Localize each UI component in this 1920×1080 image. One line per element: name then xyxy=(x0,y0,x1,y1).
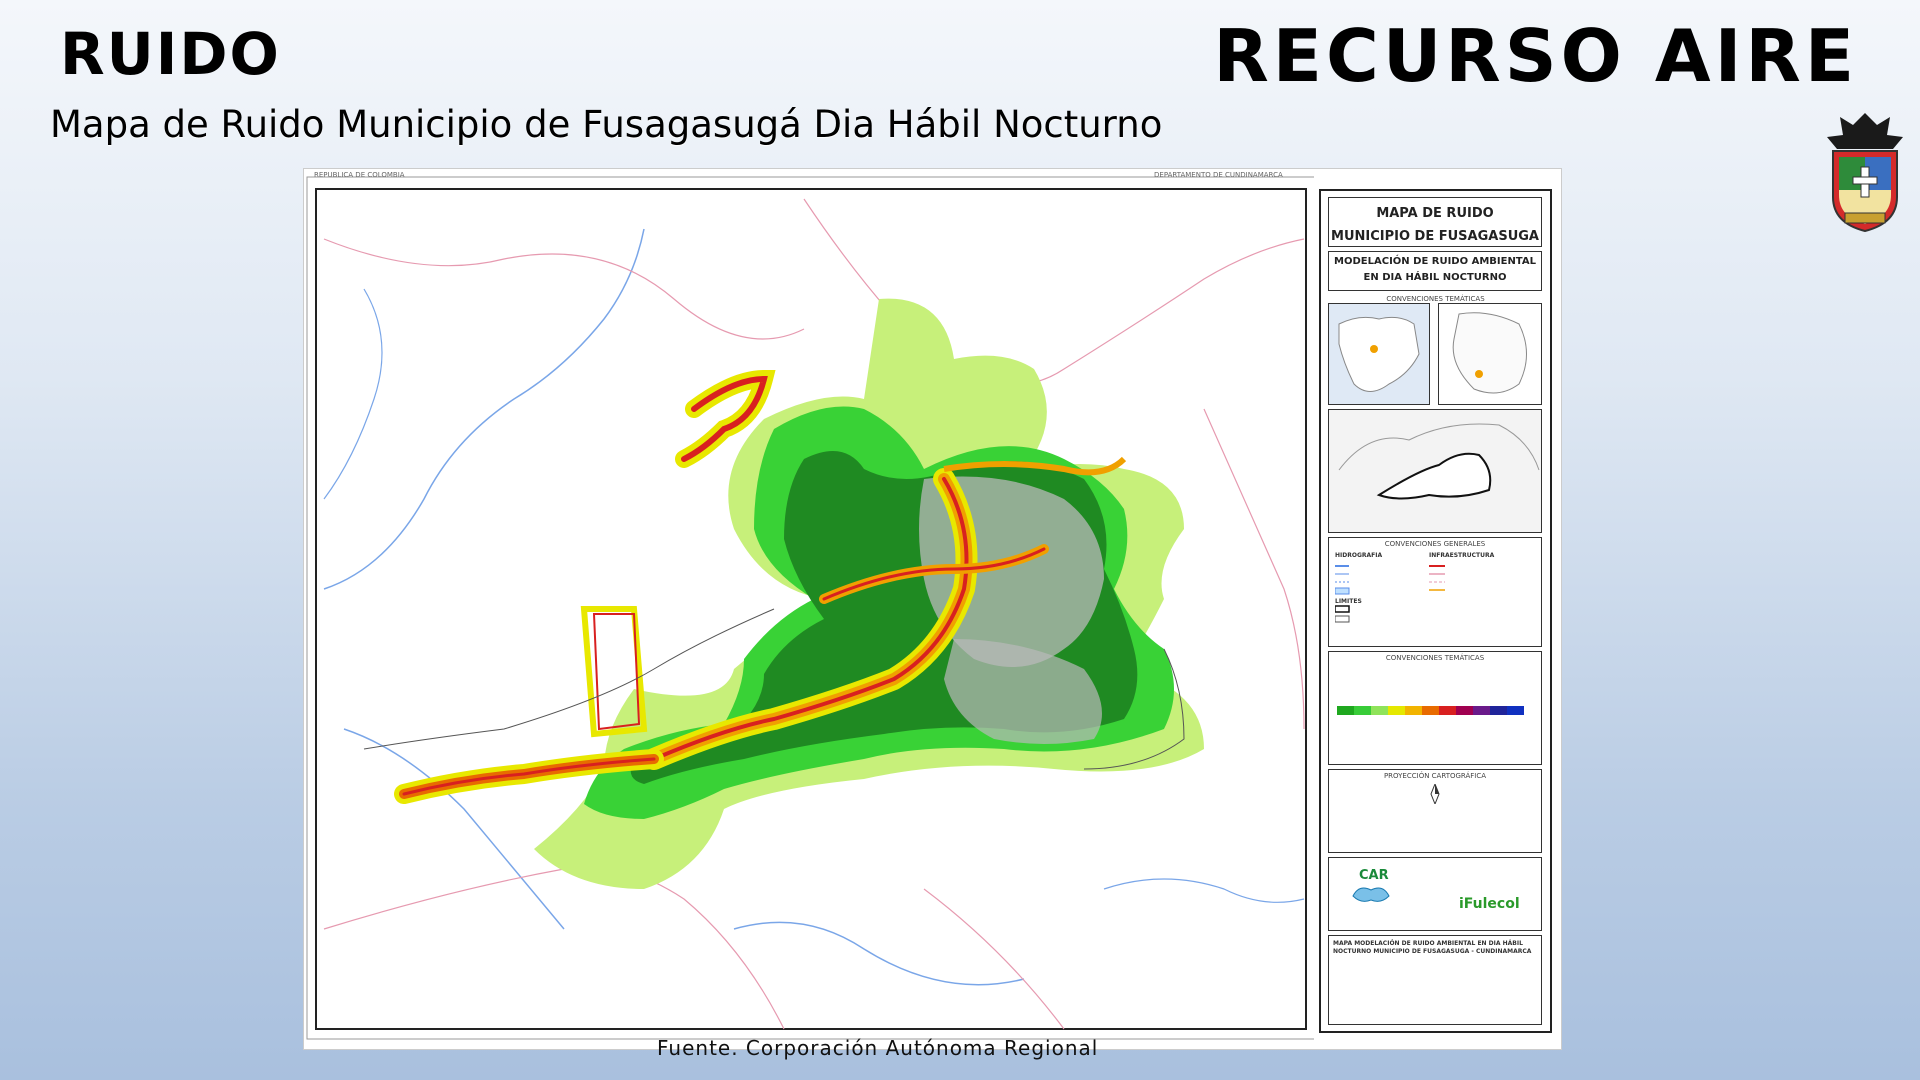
car-logo: CAR xyxy=(1359,868,1389,883)
map-legend: MAPA DE RUIDO MUNICIPIO DE FUSAGASUGA MO… xyxy=(1319,189,1552,1033)
legend-subtitle-box: MODELACIÓN DE RUIDO AMBIENTAL EN DIA HÁB… xyxy=(1328,251,1542,291)
north-arrow-icon xyxy=(1430,784,1440,804)
projection-header: PROYECCIÓN CARTOGRÁFICA xyxy=(1383,772,1487,780)
noise-scale-swatch-10 xyxy=(1507,706,1524,715)
legend-footer-text: MAPA MODELACIÓN DE RUIDO AMBIENTAL EN DI… xyxy=(1333,940,1532,955)
legend-title-box: MAPA DE RUIDO MUNICIPIO DE FUSAGASUGA xyxy=(1328,197,1542,247)
noise-scale-swatch-2 xyxy=(1371,706,1388,715)
legend-subtitle-line1: MODELACIÓN DE RUIDO AMBIENTAL xyxy=(1334,256,1536,267)
fulecol-logo: iFulecol xyxy=(1459,896,1520,912)
noise-scale-swatch-6 xyxy=(1439,706,1456,715)
general-conventions-header: CONVENCIONES GENERALES xyxy=(1384,540,1486,548)
noise-scale-box: CONVENCIONES TEMÁTICAS xyxy=(1328,651,1542,765)
municipality-outline-icon xyxy=(1338,423,1540,500)
map-corner-label-left: REPUBLICA DE COLOMBIA xyxy=(314,171,405,179)
noise-scale-swatch-9 xyxy=(1490,706,1507,715)
colombia-locator-icon xyxy=(1338,316,1420,392)
legend-title-line2: MUNICIPIO DE FUSAGASUGA xyxy=(1331,229,1539,244)
general-conventions-symbols xyxy=(1335,565,1445,623)
legend-footer-box: MAPA MODELACIÓN DE RUIDO AMBIENTAL EN DI… xyxy=(1328,935,1542,1025)
locator-map-municipality xyxy=(1328,409,1542,533)
locator-map-colombia xyxy=(1328,303,1430,405)
noise-scale-swatch-0 xyxy=(1337,706,1354,715)
municipal-crest-icon xyxy=(1827,113,1903,233)
noise-scale-swatch-4 xyxy=(1405,706,1422,715)
noise-scale-swatch-8 xyxy=(1473,706,1490,715)
noise-map: REPUBLICA DE COLOMBIA DEPARTAMENTO DE CU… xyxy=(306,171,1314,1040)
section-title: RUIDO xyxy=(60,20,281,88)
department-locator-icon xyxy=(1452,312,1527,394)
legend-subtitle-line2: EN DIA HÁBIL NOCTURNO xyxy=(1363,272,1507,283)
noise-scale-swatch-7 xyxy=(1456,706,1473,715)
locator-map-department xyxy=(1438,303,1542,405)
noise-map-panel: REPUBLICA DE COLOMBIA DEPARTAMENTO DE CU… xyxy=(303,168,1562,1050)
car-logo-icon xyxy=(1352,887,1390,902)
legend-title-line1: MAPA DE RUIDO xyxy=(1376,206,1494,221)
noise-color-scale xyxy=(1337,706,1524,715)
noise-scale-header: CONVENCIONES TEMÁTICAS xyxy=(1385,654,1485,662)
logos-box: CAR iFulecol xyxy=(1328,857,1542,931)
source-note: Fuente. Corporación Autónoma Regional xyxy=(657,1036,1099,1060)
projection-box: PROYECCIÓN CARTOGRÁFICA xyxy=(1328,769,1542,853)
general-conventions-box: CONVENCIONES GENERALES HIDROGRAFIA INFRA… xyxy=(1328,537,1542,647)
noise-scale-swatch-5 xyxy=(1422,706,1439,715)
infrastructure-label: INFRAESTRUCTURA xyxy=(1429,552,1495,559)
hydrography-label: HIDROGRAFIA xyxy=(1335,552,1383,559)
map-corner-label-right: DEPARTAMENTO DE CUNDINAMARCA xyxy=(1154,171,1283,179)
noise-scale-swatch-1 xyxy=(1354,706,1371,715)
resource-title: RECURSO AIRE xyxy=(1213,14,1858,98)
page-subtitle: Mapa de Ruido Municipio de Fusagasugá Di… xyxy=(50,103,1163,146)
legend-locator-header: CONVENCIONES TEMÁTICAS xyxy=(1386,295,1485,303)
noise-scale-swatch-3 xyxy=(1388,706,1405,715)
